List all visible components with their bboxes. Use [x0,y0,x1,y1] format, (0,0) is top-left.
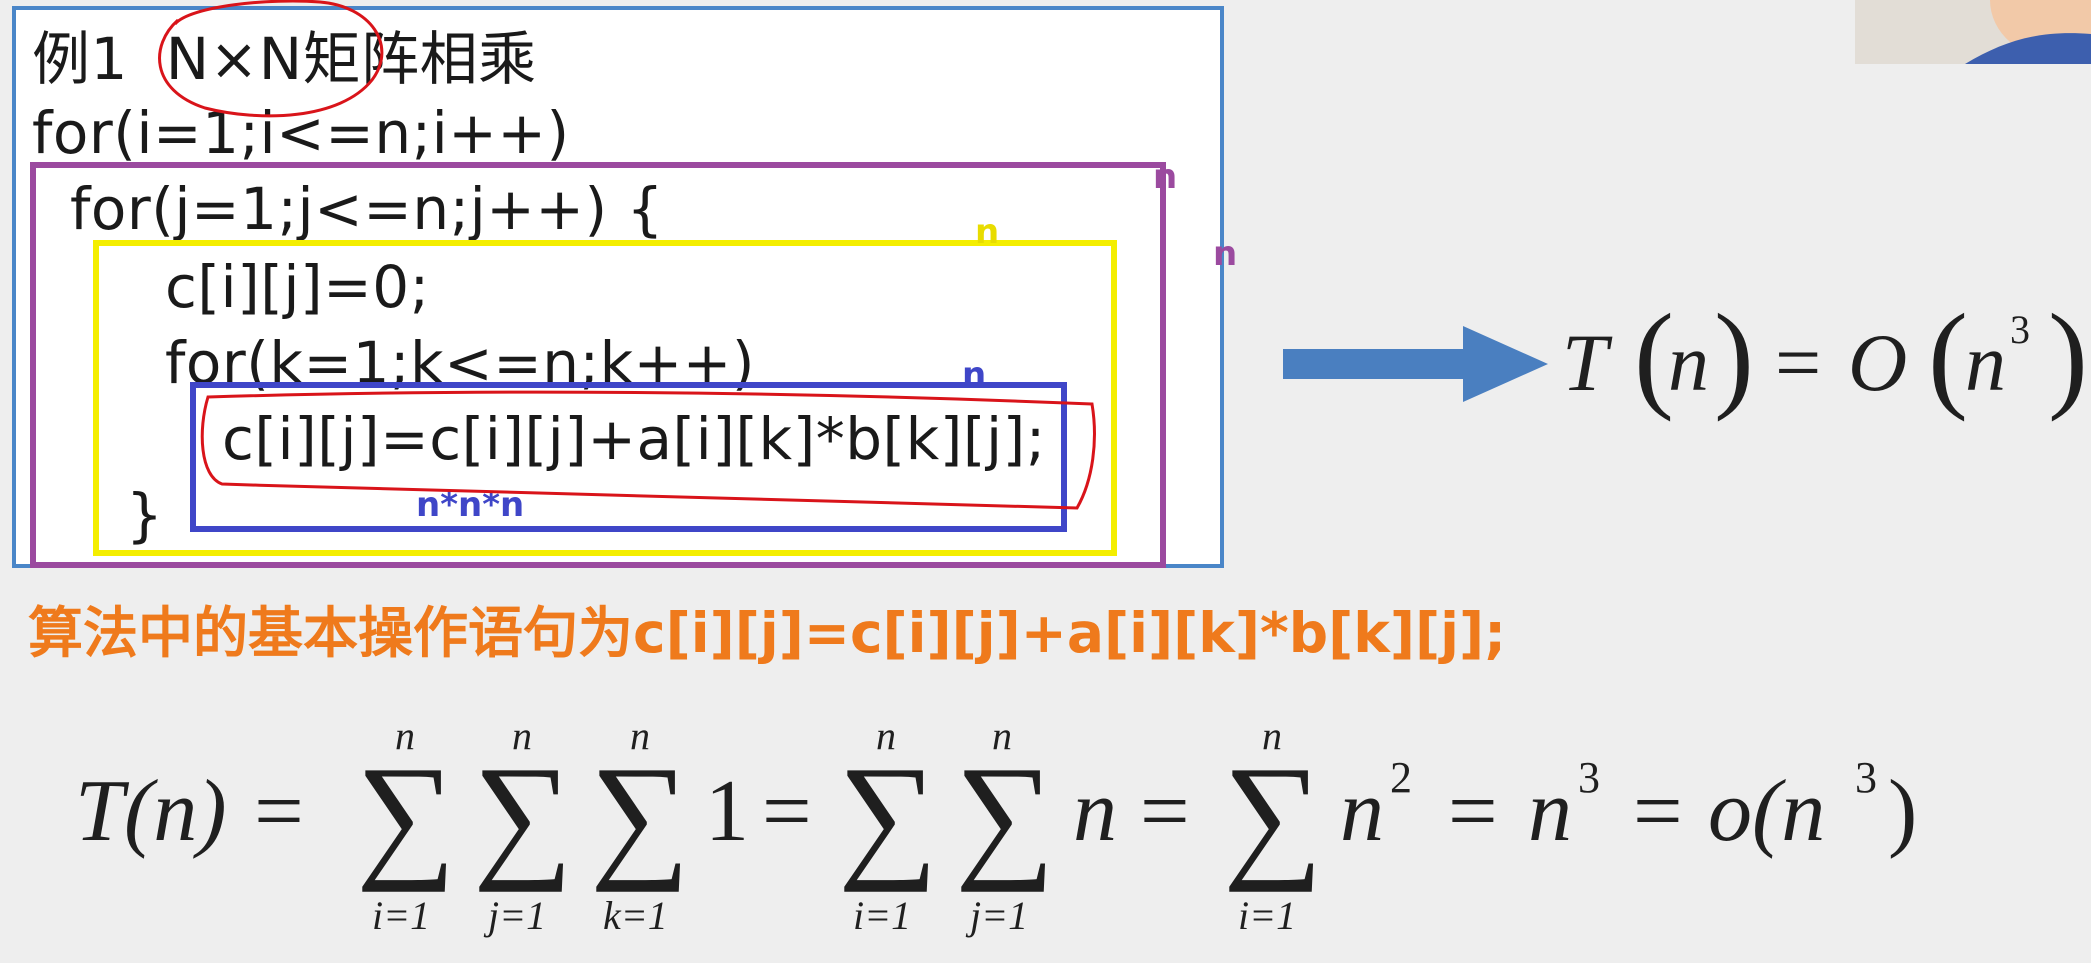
result-base: n [1965,317,2006,408]
formula-equals-4: = [1633,763,1683,860]
result-paren-close-2: ) [2048,289,2088,422]
formula-equals-2: = [1140,763,1190,860]
formula-little-o-exp: 3 [1855,753,1877,802]
formula-little-o: o(n [1708,763,1826,860]
formula-one: 1 [705,763,749,860]
formula-equals-3: = [1448,763,1498,860]
formula-equals-1: = [762,763,812,860]
sum-k-sigma: ∑ [590,738,690,893]
formula-n-cubed-base: n [1528,763,1572,860]
result-exponent: 3 [2010,307,2030,352]
result-equals: = [1775,317,1822,408]
sum-i-sigma: ∑ [356,738,456,893]
sum-i3-sigma: ∑ [1223,738,1323,893]
sum-j-lower: j=1 [488,893,547,938]
result-arg: n [1668,317,1709,408]
result-paren-open-2: ( [1928,289,1968,422]
result-big-o: O [1848,317,1908,408]
result-arrow-icon [1283,326,1548,402]
formula-n-squared-exp: 2 [1390,753,1412,802]
result-paren-close: ) [1714,289,1754,422]
formula-lhs: T(n) = [75,763,308,860]
sum-i2-lower: i=1 [853,893,912,938]
sum-i2-sigma: ∑ [838,738,938,893]
webcam-overlay [1855,0,2091,64]
sum-i-lower: i=1 [372,893,431,938]
sum-j2-lower: j=1 [970,893,1029,938]
formula-little-o-close: ) [1888,763,1918,860]
sum-k-lower: k=1 [603,893,668,938]
result-lhs: T [1562,317,1608,408]
sum-i3-lower: i=1 [1238,893,1297,938]
basic-operation-statement: 算法中的基本操作语句为c[i][j]=c[i][j]+a[i][k]*b[k][… [28,601,1507,665]
sum-j2-sigma: ∑ [955,738,1055,893]
handwritten-annotation-strokes [158,0,1096,510]
formula-n: n [1073,763,1117,860]
formula-n-cubed-exp: 3 [1578,753,1600,802]
formula-n-squared-base: n [1340,763,1384,860]
sum-j-sigma: ∑ [473,738,573,893]
